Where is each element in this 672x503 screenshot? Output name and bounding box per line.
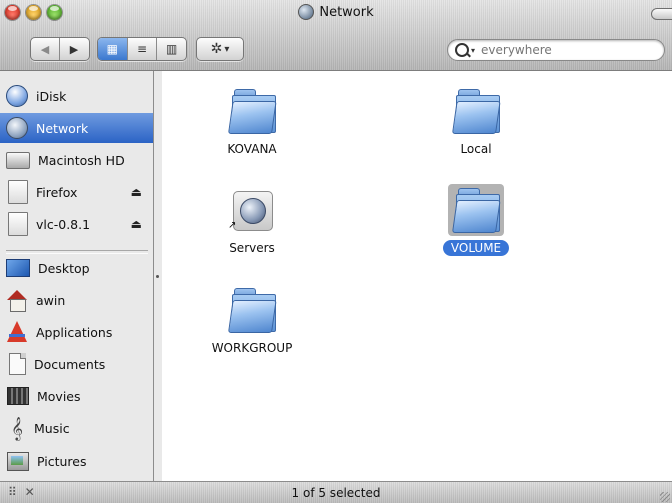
sidebar-item-desktop[interactable]: Desktop	[0, 253, 153, 283]
window-title: Network	[0, 0, 672, 24]
sidebar-item-firefox[interactable]: Firefox ⏏	[0, 177, 153, 207]
sidebar-item-music[interactable]: 𝄞 Music	[0, 413, 153, 443]
hard-drive-icon	[6, 151, 30, 169]
file-icon-view: KOVANA Local ↗ Servers VOLUME WORKGROUP	[162, 71, 672, 481]
column-view-button[interactable]: ▥	[157, 38, 186, 60]
movies-icon	[7, 387, 29, 405]
sidebar-item-applications[interactable]: Applications	[0, 317, 153, 347]
sidebar-item-movies[interactable]: Movies	[0, 381, 153, 411]
sidebar-item-macintosh-hd[interactable]: Macintosh HD	[0, 145, 153, 175]
sidebar-item-label: awin	[36, 292, 66, 308]
forward-arrow-icon: ▶	[69, 42, 79, 56]
network-alias-icon: ↗	[228, 191, 273, 231]
network-globe-icon	[298, 4, 315, 20]
applications-icon	[6, 321, 28, 343]
sidebar-item-label: vlc-0.8.1	[36, 216, 91, 232]
sidebar-item-label: Applications	[36, 324, 113, 340]
network-icon	[6, 117, 28, 139]
folder-icon	[452, 188, 501, 233]
sidebar-item-label: Firefox	[36, 184, 78, 200]
back-arrow-icon: ◀	[40, 42, 50, 56]
file-item-label: WORKGROUP	[211, 341, 293, 355]
chevron-down-icon: ▾	[224, 43, 230, 55]
folder-icon	[228, 288, 277, 333]
sidebar-item-idisk[interactable]: iDisk	[0, 81, 153, 111]
folder-icon	[228, 89, 277, 134]
action-button-inner: ✲ ▾	[197, 38, 243, 60]
forward-button[interactable]: ▶	[60, 38, 88, 60]
status-text: 1 of 5 selected	[291, 486, 381, 500]
icon-view-button[interactable]: ▦	[98, 38, 128, 60]
file-item-label: VOLUME	[442, 240, 510, 256]
file-item-workgroup[interactable]: WORKGROUP	[187, 284, 317, 356]
sidebar-item-label: Documents	[34, 356, 106, 372]
sidebar-item-pictures[interactable]: Pictures	[0, 446, 153, 476]
disk-image-icon	[8, 212, 28, 236]
search-input[interactable]	[479, 42, 654, 58]
sidebar-item-network[interactable]: Network	[0, 113, 153, 143]
list-view-button[interactable]: ≡	[128, 38, 158, 60]
icon-view-icon: ▦	[106, 42, 118, 56]
search-icon	[455, 43, 469, 57]
folder-icon	[452, 89, 501, 134]
documents-icon	[9, 353, 26, 375]
sidebar-item-label: Desktop	[38, 260, 90, 276]
file-item-label: Servers	[229, 241, 275, 255]
file-item-servers[interactable]: ↗ Servers	[187, 184, 317, 256]
status-bar: ⠿ ✕ 1 of 5 selected	[0, 481, 672, 503]
resize-grip-icon[interactable]	[660, 492, 670, 502]
file-item-kovana[interactable]: KOVANA	[187, 85, 317, 157]
idisk-icon	[6, 85, 28, 107]
window-title-text: Network	[319, 4, 374, 20]
sidebar-item-vlc[interactable]: vlc-0.8.1 ⏏	[0, 209, 153, 239]
sidebar-item-label: Network	[36, 120, 89, 136]
sidebar-item-label: Movies	[37, 388, 81, 404]
file-item-volume[interactable]: VOLUME	[411, 184, 541, 256]
sidebar-item-label: iDisk	[36, 88, 67, 104]
file-item-local[interactable]: Local	[411, 85, 541, 157]
title-bar[interactable]: Network ◀ ▶ ▦ ≡ ▥ ✲ ▾ ▾	[0, 0, 672, 71]
splitter-handle-icon	[156, 275, 159, 278]
list-view-icon: ≡	[136, 42, 148, 56]
view-mode-control: ▦ ≡ ▥	[97, 37, 187, 61]
music-icon: 𝄞	[11, 416, 23, 440]
alias-arrow-icon: ↗	[228, 220, 237, 231]
action-menu-button[interactable]: ✲ ▾	[196, 37, 244, 61]
search-field[interactable]: ▾	[447, 39, 665, 61]
back-button[interactable]: ◀	[31, 38, 60, 60]
sidebar: iDisk Network Macintosh HD Firefox ⏏ vlc…	[0, 71, 154, 481]
sidebar-item-documents[interactable]: Documents	[0, 349, 153, 379]
file-item-label: KOVANA	[227, 142, 277, 156]
desktop-icon	[6, 259, 30, 277]
eject-icon[interactable]: ⏏	[131, 185, 142, 199]
home-icon	[6, 289, 28, 312]
sidebar-item-awin[interactable]: awin	[0, 285, 153, 315]
search-menu-icon[interactable]: ▾	[471, 46, 475, 55]
sidebar-item-label: Macintosh HD	[38, 152, 125, 168]
file-item-label: Local	[460, 142, 492, 156]
back-forward-control: ◀ ▶	[30, 37, 90, 61]
gear-icon: ✲	[210, 41, 223, 57]
sidebar-item-label: Pictures	[37, 453, 87, 469]
finder-window: Network ◀ ▶ ▦ ≡ ▥ ✲ ▾ ▾ iDisk	[0, 0, 672, 503]
disk-image-icon	[8, 180, 28, 204]
sidebar-item-label: Music	[34, 420, 70, 436]
pictures-icon	[7, 451, 29, 471]
eject-icon[interactable]: ⏏	[131, 217, 142, 231]
column-view-icon: ▥	[166, 42, 178, 56]
